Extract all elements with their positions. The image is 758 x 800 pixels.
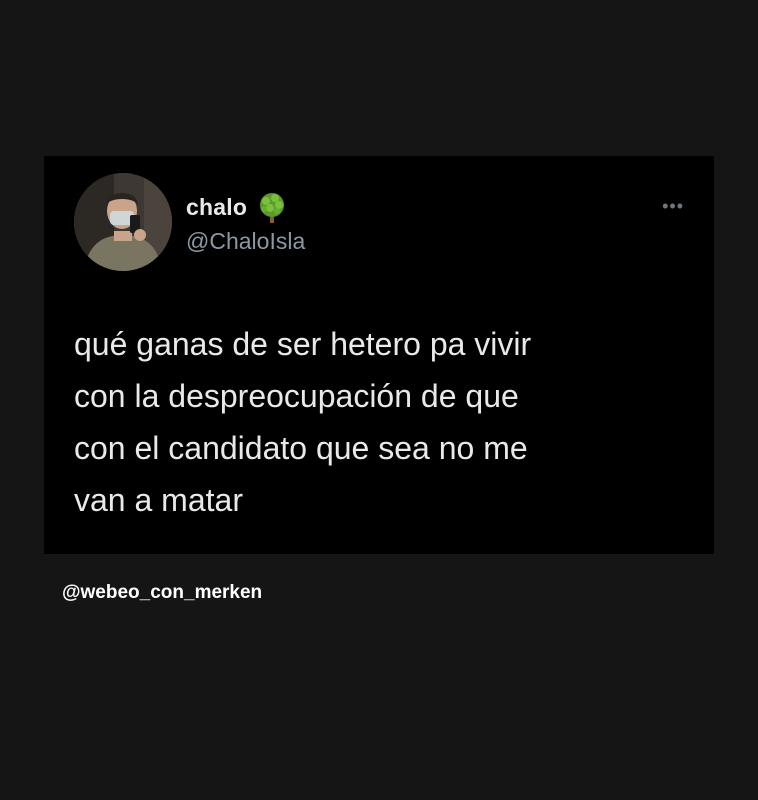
display-name[interactable]: chalo (186, 194, 247, 221)
tweet-text: qué ganas de ser hetero pa vivir con la … (74, 326, 532, 518)
more-horizontal-icon[interactable]: ••• (662, 196, 684, 217)
display-name-row: chalo (186, 190, 289, 224)
tweet-card[interactable]: chalo @ChaloIsla ••• qué ganas de ser he… (44, 156, 714, 554)
screenshot-page: chalo @ChaloIsla ••• qué ganas de ser he… (0, 0, 758, 800)
user-handle[interactable]: @ChaloIsla (186, 228, 305, 255)
watermark: @webeo_con_merken (62, 582, 263, 603)
avatar[interactable] (74, 173, 172, 271)
tree-icon (255, 190, 289, 224)
